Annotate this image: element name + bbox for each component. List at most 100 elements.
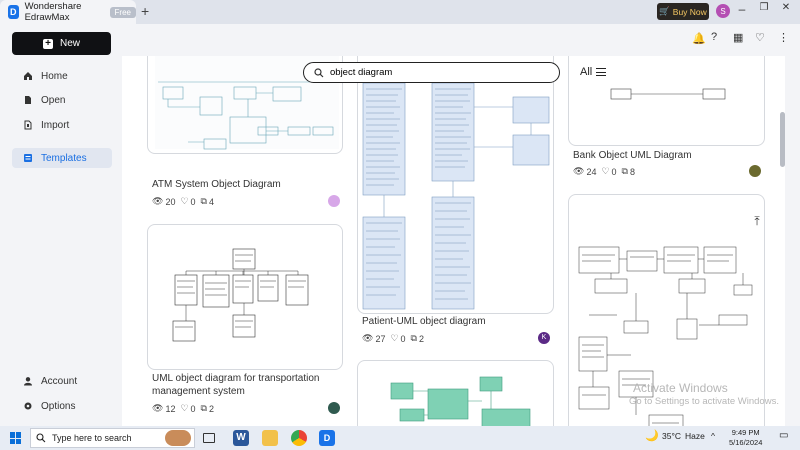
copies-count: ⧉ 4 [200, 196, 214, 207]
template-stats: 👁 20 ♡ 0 ⧉ 4 [152, 196, 214, 207]
buy-now-button[interactable]: 🛒 Buy Now [657, 3, 709, 20]
chevron-up-icon[interactable]: ^ [711, 431, 715, 441]
template-card[interactable] [147, 224, 343, 370]
taskbar-search-placeholder: Type here to search [52, 433, 132, 443]
weather-temp[interactable]: 35°C [662, 431, 681, 441]
template-title[interactable]: ATM System Object Diagram [152, 178, 281, 191]
new-button-label: New [59, 38, 80, 49]
cart-icon: 🛒 [659, 6, 670, 16]
author-avatar[interactable] [328, 195, 340, 207]
new-tab-button[interactable]: + [141, 3, 149, 19]
template-thumbnail [362, 82, 550, 310]
template-stats: 👁 12 ♡ 0 ⧉ 2 [152, 403, 214, 414]
copies-count: ⧉ 2 [200, 403, 214, 414]
sidebar: + New Home Open Import Templates Account… [0, 24, 122, 426]
scrollbar-thumb[interactable] [780, 112, 785, 167]
author-avatar[interactable] [328, 402, 340, 414]
gear-icon [24, 402, 32, 410]
chrome-icon[interactable] [291, 430, 307, 446]
back-to-top-icon[interactable]: ⤒ [749, 214, 765, 230]
templates-main-area: ATM System Object Diagram 👁 20 ♡ 0 ⧉ 4 P… [122, 56, 785, 426]
views-count: 👁 27 [362, 333, 386, 344]
likes-count: ♡ 0 [601, 166, 617, 177]
search-icon [314, 67, 324, 77]
copies-count: ⧉ 2 [410, 333, 424, 344]
template-title[interactable]: Patient-UML object diagram [362, 315, 486, 328]
file-explorer-icon[interactable] [262, 430, 278, 446]
author-avatar[interactable] [749, 165, 761, 177]
sidebar-item-home[interactable]: Home [12, 66, 112, 86]
word-app-icon[interactable]: W [233, 430, 249, 446]
templates-icon [24, 154, 32, 162]
template-title[interactable]: UML object diagram for transportation ma… [152, 372, 342, 398]
template-title[interactable]: Bank Object UML Diagram [573, 149, 692, 162]
sidebar-item-label: Import [41, 119, 70, 131]
views-count: 👁 20 [152, 196, 176, 207]
free-badge: Free [109, 6, 136, 18]
system-clock[interactable]: 9:49 PM 5/16/2024 [729, 428, 762, 448]
bell-icon[interactable]: 🔔 [692, 32, 706, 45]
sidebar-item-label: Templates [41, 152, 87, 164]
task-view-icon[interactable] [203, 433, 215, 443]
template-thumbnail [390, 376, 531, 426]
more-icon[interactable]: ⋮ [778, 31, 789, 44]
close-button[interactable]: ✕ [776, 2, 796, 13]
sidebar-item-open[interactable]: Open [12, 90, 112, 110]
edrawmax-taskbar-icon[interactable]: D [319, 430, 335, 446]
maximize-button[interactable]: ❐ [754, 2, 774, 13]
import-icon [24, 120, 32, 130]
buy-now-label: Buy Now [672, 6, 707, 17]
menu-icon [596, 68, 607, 76]
apps-grid-icon[interactable]: ▦ [733, 31, 743, 44]
edrawmax-logo-icon: D [8, 5, 19, 19]
likes-count: ♡ 0 [180, 403, 196, 414]
template-thumbnail [172, 248, 309, 342]
sidebar-item-label: Account [41, 375, 78, 387]
taskbar-search[interactable]: Type here to search [30, 428, 195, 448]
activation-watermark-text: Go to Settings to activate Windows. [629, 396, 779, 407]
search-icon [36, 433, 46, 443]
file-icon [25, 96, 31, 104]
template-stats: 👁 24 ♡ 0 ⧉ 8 [573, 166, 635, 177]
template-stats: 👁 27 ♡ 0 ⧉ 2 [362, 333, 424, 344]
sidebar-item-import[interactable]: Import [12, 115, 112, 135]
template-card[interactable] [357, 360, 554, 426]
help-icon[interactable]: ? [711, 31, 717, 43]
home-icon [24, 72, 32, 80]
template-card[interactable] [357, 56, 554, 314]
user-icon [24, 377, 32, 386]
notifications-icon[interactable]: ▭ [779, 430, 788, 441]
sidebar-item-label: Open [41, 94, 66, 106]
title-bar: D Wondershare EdrawMax Free + 🛒 Buy Now … [0, 0, 800, 24]
clock-date: 5/16/2024 [729, 438, 763, 447]
sidebar-item-options[interactable]: Options [12, 396, 112, 416]
new-button[interactable]: + New [12, 32, 111, 55]
minimize-button[interactable]: – [732, 2, 752, 16]
clock-time: 9:49 PM [731, 428, 760, 437]
sidebar-item-account[interactable]: Account [12, 371, 112, 391]
app-tab[interactable]: D Wondershare EdrawMax Free [0, 0, 136, 24]
sidebar-item-templates[interactable]: Templates [12, 148, 112, 168]
app-name: Wondershare EdrawMax [24, 1, 82, 23]
views-count: 👁 12 [152, 403, 176, 414]
weather-desc[interactable]: Haze [685, 431, 705, 441]
plus-icon: + [42, 38, 53, 49]
category-filter[interactable]: All [580, 66, 607, 78]
sidebar-item-label: Options [41, 400, 76, 412]
filter-label: All [580, 66, 593, 78]
copies-count: ⧉ 8 [621, 166, 635, 177]
views-count: 👁 24 [573, 166, 597, 177]
likes-count: ♡ 0 [180, 196, 196, 207]
windows-taskbar: Type here to search W D 🌙 35°C Haze ^ 9:… [0, 426, 800, 450]
template-search-bar[interactable] [303, 62, 560, 83]
author-avatar[interactable]: K [538, 332, 550, 344]
sidebar-item-label: Home [41, 70, 68, 82]
activation-watermark-title: Activate Windows [633, 381, 728, 395]
user-avatar[interactable]: S [716, 4, 730, 18]
search-highlight-icon [165, 430, 191, 446]
search-input[interactable] [330, 67, 530, 78]
windows-start-icon[interactable] [10, 432, 22, 444]
shirt-theme-icon[interactable]: ♡ [755, 31, 765, 44]
weather-icon: 🌙 [645, 430, 659, 442]
likes-count: ♡ 0 [390, 333, 406, 344]
